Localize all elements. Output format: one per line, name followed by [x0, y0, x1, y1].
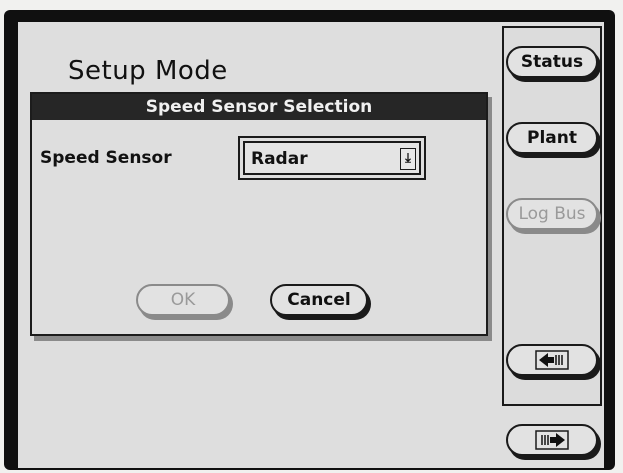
main-area: Setup Mode Speed Sensor Selection Speed …	[18, 22, 498, 468]
speed-sensor-dialog: Speed Sensor Selection Speed Sensor Rada…	[30, 92, 488, 336]
speed-sensor-select-box: Radar ⤓	[243, 141, 421, 175]
log-bus-button[interactable]: Log Bus	[506, 198, 598, 230]
back-button[interactable]	[506, 344, 598, 376]
dialog-title: Speed Sensor Selection	[32, 94, 486, 120]
cancel-button[interactable]: Cancel	[270, 284, 368, 316]
speed-sensor-select[interactable]: Radar ⤓	[238, 136, 426, 180]
speed-sensor-value: Radar	[251, 149, 308, 169]
right-arrow-icon	[535, 430, 569, 450]
plant-button[interactable]: Plant	[506, 122, 598, 154]
ok-button[interactable]: OK	[136, 284, 230, 316]
display-screen: Setup Mode Speed Sensor Selection Speed …	[18, 22, 604, 468]
dropdown-arrow-icon[interactable]: ⤓	[400, 148, 416, 170]
status-button[interactable]: Status	[506, 46, 598, 78]
speed-sensor-label: Speed Sensor	[40, 148, 172, 168]
forward-button[interactable]	[506, 424, 598, 456]
mode-title: Setup Mode	[68, 56, 228, 86]
left-arrow-icon	[535, 350, 569, 370]
